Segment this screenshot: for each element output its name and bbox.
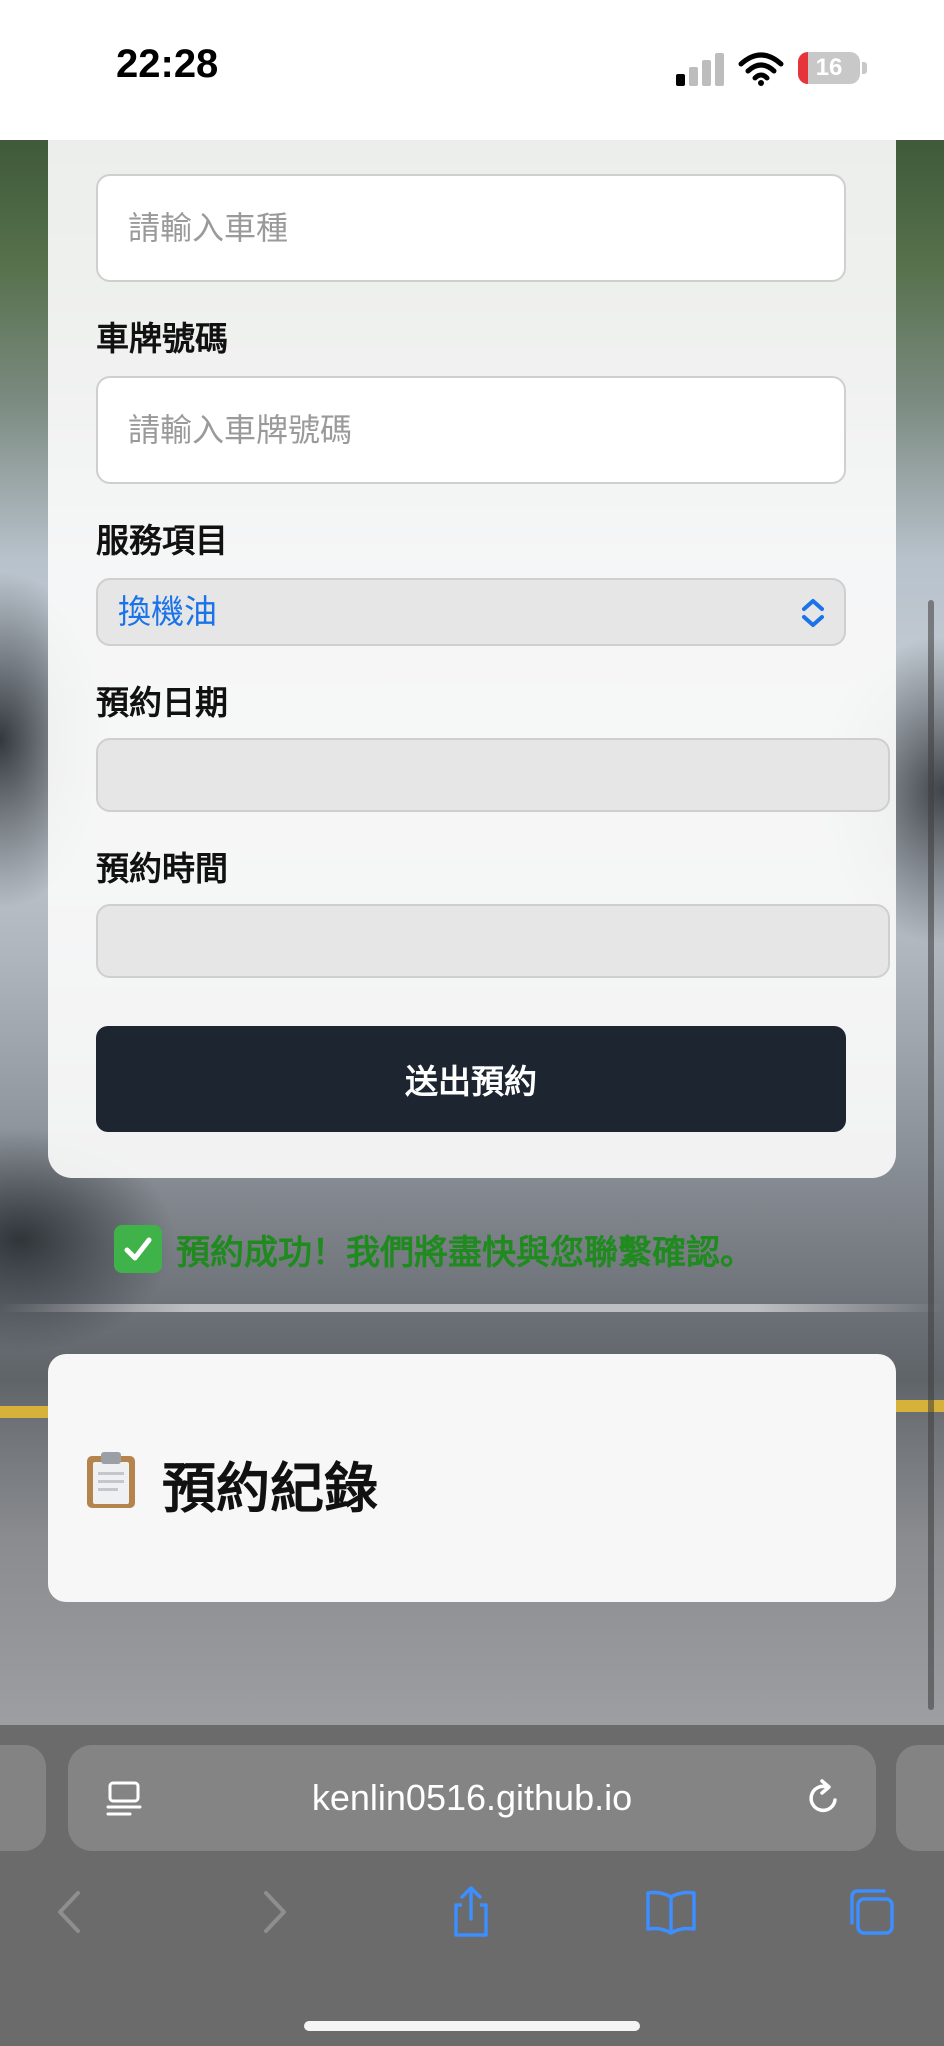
car-model-input[interactable]: [96, 174, 846, 282]
signal-icon: [676, 52, 724, 86]
submit-booking-button[interactable]: 送出預約: [96, 1026, 846, 1132]
tabs-icon[interactable]: [844, 1885, 898, 1939]
status-bar: 22:28 16: [0, 0, 944, 140]
share-icon[interactable]: [444, 1885, 498, 1939]
booking-form-card: 車種 車牌號碼 服務項目 換機油 預約日期 預約時間 送出預約: [48, 101, 896, 1178]
bookmarks-icon[interactable]: [644, 1885, 698, 1939]
service-select[interactable]: 換機油: [96, 578, 846, 646]
date-input[interactable]: [96, 738, 890, 812]
plate-label: 車牌號碼: [96, 319, 228, 358]
records-title: 預約紀錄: [162, 1457, 378, 1520]
road-yellow-line-right: [896, 1400, 944, 1412]
forward-icon[interactable]: [246, 1885, 300, 1939]
next-tab-preview[interactable]: [896, 1745, 944, 1851]
previous-tab-preview[interactable]: [0, 1745, 46, 1851]
browser-toolbar: kenlin0516.github.io: [0, 1725, 944, 2046]
service-selected-value: 換機油: [118, 592, 217, 631]
clipboard-icon: [87, 1452, 135, 1508]
status-time: 22:28: [116, 42, 219, 86]
battery-cap: [862, 62, 867, 74]
battery-level: 16: [815, 54, 843, 81]
wifi-icon: [738, 52, 784, 86]
service-label: 服務項目: [96, 521, 228, 560]
home-indicator[interactable]: [304, 2021, 640, 2031]
back-icon[interactable]: [44, 1885, 98, 1939]
reload-icon[interactable]: [802, 1777, 844, 1819]
success-message: 預約成功！我們將盡快與您聯繫確認。: [114, 1224, 754, 1274]
time-input[interactable]: [96, 904, 890, 978]
plate-input[interactable]: [96, 376, 846, 484]
date-label: 預約日期: [96, 683, 228, 722]
page-scrollbar[interactable]: [928, 600, 934, 1710]
success-text: 預約成功！我們將盡快與您聯繫確認。: [176, 1232, 754, 1273]
address-bar[interactable]: kenlin0516.github.io: [68, 1745, 876, 1851]
chevron-up-down-icon: [802, 599, 824, 627]
records-card: 預約紀錄: [48, 1354, 896, 1602]
road-marking: [0, 1304, 944, 1312]
check-mark-icon: [114, 1225, 162, 1273]
time-label: 預約時間: [96, 849, 228, 888]
url-text: kenlin0516.github.io: [311, 1777, 633, 1818]
battery-icon: 16: [798, 52, 860, 84]
